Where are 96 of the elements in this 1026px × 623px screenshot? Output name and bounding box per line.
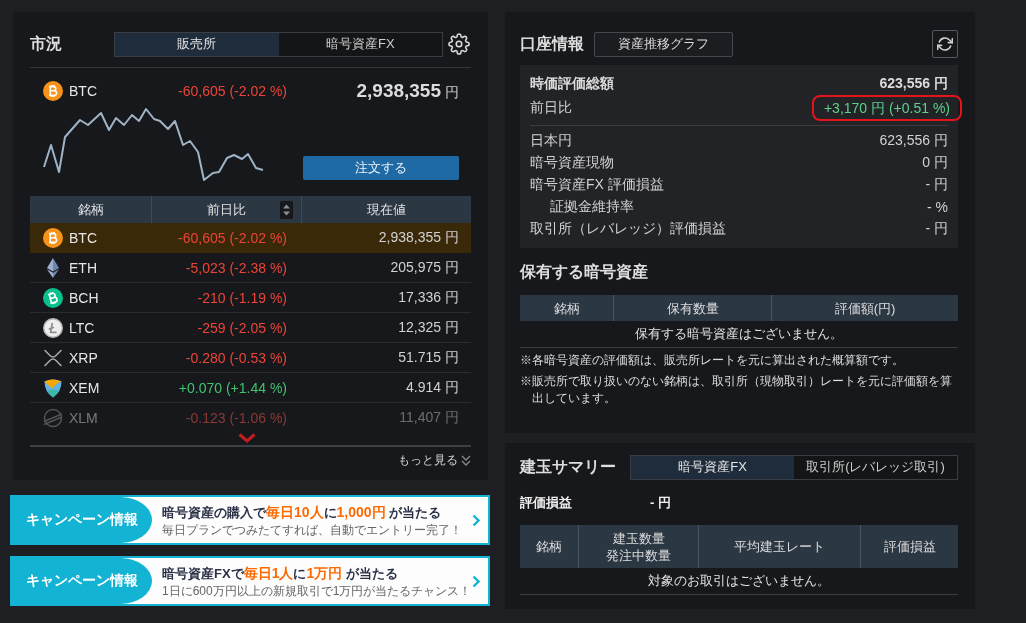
price-change: -210 (-1.19 %) [196, 289, 288, 306]
pl-value: - 円 [650, 494, 671, 512]
market-row[interactable]: XEM +0.070 (+1.44 %) 4.914 円 [30, 373, 471, 403]
column-label: 発注中数量 [606, 546, 671, 564]
pl-label: 評価損益 [520, 494, 573, 512]
price-change: -5,023 (-2.38 %) [184, 259, 288, 276]
market-row[interactable]: LTC -259 (-2.05 %) 12,325 円 [30, 313, 471, 343]
currency-unit: 円 [445, 84, 459, 102]
footnote: ※販売所で取り扱いのない銘柄は、取引所（現物取引）レートを元に評価額を算出しています。 [520, 373, 953, 407]
refresh-icon [937, 36, 953, 52]
positions-tab[interactable]: 暗号資産FX [631, 455, 794, 479]
column-label: 銘柄 [553, 299, 580, 317]
summary-value: - 円 [925, 220, 948, 238]
coin-symbol: XLM [69, 410, 98, 426]
summary-label: 日本円 [530, 132, 572, 150]
summary-value: 623,556 円 [879, 132, 948, 150]
footnote: ※各暗号資産の評価額は、販売所レートを元に算出された概算額です。 [520, 352, 905, 369]
current-price: 12,325 円 [397, 318, 460, 337]
chevron-right-icon [472, 574, 480, 588]
litecoin-icon [43, 317, 63, 338]
settings-icon[interactable] [448, 33, 470, 55]
market-row[interactable]: XRP -0.280 (-0.53 %) 51.715 円 [30, 343, 471, 373]
column-label: 評価額(円) [834, 299, 896, 317]
summary-label: 前日比 [530, 99, 572, 117]
summary-value: - 円 [925, 176, 948, 194]
price-change: -0.123 (-1.06 %) [184, 410, 288, 426]
current-price: 2,938,355 [356, 80, 441, 102]
summary-label: 取引所（レバレッジ）評価損益 [530, 220, 726, 238]
column-label: 銘柄 [536, 538, 562, 555]
empty-message: 保有する暗号資産はございません。 [520, 321, 958, 348]
banner-title: 暗号資産FXで毎日1人に1万円 が当たる [162, 563, 399, 583]
double-chevron-down-icon [461, 454, 471, 466]
summary-label: 暗号資産FX 評価損益 [530, 176, 664, 194]
account-title: 口座情報 [520, 33, 585, 54]
more-link[interactable]: もっと見る [398, 452, 471, 468]
price-change: -259 (-2.05 %) [196, 319, 288, 336]
holdings-title: 保有する暗号資産 [520, 262, 649, 282]
stellar-icon [43, 408, 63, 428]
column-label: 平均建玉レート [734, 538, 825, 555]
empty-message: 対象のお取引はございません。 [520, 568, 958, 595]
column-header[interactable]: 銘柄 [30, 196, 151, 223]
column-label: 保有数量 [666, 299, 719, 317]
campaign-banner[interactable]: キャンペーン情報 暗号資産FXで毎日1人に1万円 が当たる 1日に600万円以上の新規取引で1万円が当たるチャンス！ [10, 556, 490, 606]
market-tab[interactable]: 販売所 [115, 32, 279, 56]
column-label: 評価損益 [883, 538, 936, 555]
bitcoin-icon [43, 227, 63, 248]
price-change: -0.280 (-0.53 %) [184, 349, 288, 366]
order-button[interactable]: 注文する [303, 156, 459, 180]
coin-symbol: LTC [69, 319, 95, 336]
market-row[interactable]: BCH -210 (-1.19 %) 17,336 円 [30, 283, 471, 313]
bitcoin-icon [43, 81, 63, 101]
column-header[interactable]: 現在値 [301, 196, 471, 223]
current-price: 11,407 円 [398, 409, 460, 427]
price-change: +0.070 (+1.44 %) [177, 379, 288, 396]
asset-graph-button[interactable]: 資産推移グラフ [594, 31, 733, 57]
market-title: 市況 [30, 33, 63, 54]
current-price: 51.715 円 [397, 348, 460, 367]
chevron-down-icon[interactable] [237, 433, 256, 443]
coin-symbol: XRP [69, 349, 98, 366]
summary-value: - % [927, 199, 948, 215]
price-change: -60,605 (-2.02 %) [177, 229, 288, 246]
bitcoin-cash-icon [43, 287, 63, 308]
banner-title: 暗号資産の購入で毎日10人に1,000円 が当たる [162, 502, 443, 522]
summary-label: 暗号資産現物 [530, 154, 614, 172]
banner-subtitle: 毎日プランでつみたてすれば、自動でエントリー完了！ [162, 521, 463, 538]
coin-symbol: BCH [69, 289, 99, 306]
sort-icon[interactable] [280, 200, 293, 219]
market-row[interactable]: XLM -0.123 (-1.06 %) 11,407 円 [30, 403, 471, 433]
nem-icon [43, 377, 63, 398]
summary-value: 623,556 円 [879, 75, 948, 93]
coin-symbol: ETH [69, 259, 97, 276]
current-price: 2,938,355 円 [377, 228, 460, 247]
summary-value: 0 円 [922, 154, 948, 172]
coin-symbol: BTC [69, 83, 97, 99]
current-price: 17,336 円 [397, 288, 460, 307]
price-change: -60,605 (-2.02 %) [177, 83, 288, 99]
chevron-right-icon [472, 513, 480, 527]
ethereum-icon [47, 257, 59, 278]
positions-title: 建玉サマリー [520, 456, 617, 477]
market-row[interactable]: ETH -5,023 (-2.38 %) 205,975 円 [30, 253, 471, 283]
summary-label: 時価評価総額 [530, 75, 614, 93]
campaign-tag: キャンペーン情報 [12, 558, 152, 604]
summary-label: 証拠金維持率 [550, 198, 634, 216]
column-header[interactable]: 前日比 [151, 196, 301, 223]
campaign-banner[interactable]: キャンペーン情報 暗号資産の購入で毎日10人に1,000円 が当たる 毎日プランでつみたてすれば、自動でエントリー完了！ [10, 495, 490, 545]
change-value: +3,170 円 (+0.51 %) [811, 95, 962, 121]
current-price: 205,975 円 [389, 258, 460, 277]
coin-symbol: XEM [69, 379, 100, 396]
current-price: 4.914 円 [405, 378, 460, 397]
refresh-button[interactable] [932, 30, 958, 58]
banner-subtitle: 1日に600万円以上の新規取引で1万円が当たるチャンス！ [162, 582, 472, 599]
campaign-tag: キャンペーン情報 [12, 497, 152, 543]
coin-symbol: BTC [69, 229, 97, 246]
market-row[interactable]: BTC -60,605 (-2.02 %) 2,938,355 円 [30, 223, 471, 253]
xrp-icon [43, 348, 63, 367]
column-label: 建玉数量 [612, 529, 665, 547]
